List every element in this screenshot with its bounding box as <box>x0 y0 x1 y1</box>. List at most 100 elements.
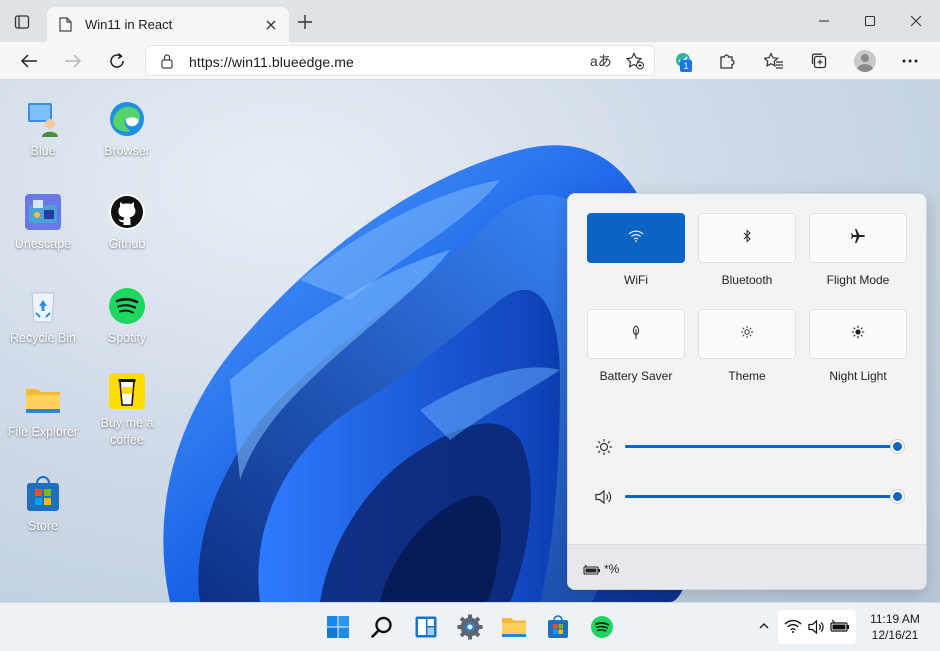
taskbar: 11:19 AM 12/16/21 <box>0 602 940 651</box>
volume-slider[interactable] <box>594 487 906 507</box>
avatar <box>854 50 876 72</box>
battery-saver-toggle[interactable] <box>587 309 685 359</box>
battery-icon[interactable] <box>583 562 601 580</box>
desktop-icon-store[interactable]: Store <box>1 475 85 535</box>
widgets-icon[interactable] <box>412 613 440 641</box>
brightness-fill <box>625 445 897 448</box>
desktop-icon-label: File Explorer <box>7 425 79 439</box>
quick-settings-panel: WiFi Bluetooth Flight Mode Battery Saver… <box>567 193 927 590</box>
brightness-icon <box>594 437 614 462</box>
battery-tray-icon[interactable] <box>830 619 850 638</box>
desktop-icon-label: Github <box>108 237 146 251</box>
theme-label: Theme <box>728 369 766 383</box>
volume-track[interactable] <box>625 490 904 503</box>
desktop-icon-label: Recycle Bin <box>10 331 76 345</box>
volume-thumb[interactable] <box>891 490 904 503</box>
recycle-bin-icon <box>24 287 62 325</box>
close-tab-icon[interactable] <box>265 18 277 36</box>
desktop-icon-blue[interactable]: Blue <box>1 100 85 160</box>
desktop-icon-label: Unescape <box>14 237 72 251</box>
battery-percent: *% <box>604 562 620 576</box>
back-arrow-icon[interactable] <box>17 49 41 73</box>
profile-avatar[interactable] <box>853 49 877 73</box>
desktop-icon-github[interactable]: Github <box>85 193 169 253</box>
refresh-icon[interactable] <box>105 49 129 73</box>
minimize-icon[interactable] <box>815 12 833 30</box>
clock-time: 11:19 AM <box>870 612 920 626</box>
bluetooth-icon <box>742 228 752 248</box>
edge-browser-icon <box>108 100 146 138</box>
flight-mode-label: Flight Mode <box>826 273 890 287</box>
github-icon <box>108 193 146 231</box>
unescape-game-icon <box>24 193 62 231</box>
clock-date: 12/16/21 <box>871 628 919 642</box>
computer-user-icon <box>24 100 62 138</box>
wifi-toggle[interactable] <box>587 213 685 263</box>
coffee-cup-icon <box>108 372 146 410</box>
brightness-slider[interactable] <box>594 437 906 457</box>
maximize-icon[interactable] <box>861 12 879 30</box>
desktop-icon-label: Buy me a coffee <box>100 416 154 447</box>
close-window-icon[interactable] <box>907 12 925 30</box>
store-taskbar-icon[interactable] <box>544 613 572 641</box>
collections-icon[interactable] <box>807 49 831 73</box>
spotify-icon <box>108 287 146 325</box>
read-aloud-icon[interactable]: aあ <box>590 51 612 71</box>
bluetooth-toggle[interactable] <box>698 213 796 263</box>
tab-strip: Win11 in React <box>0 0 940 42</box>
favorites-icon[interactable] <box>762 49 786 73</box>
desktop-icon-label: Spotify <box>107 331 147 345</box>
panel-footer: *% <box>568 544 926 589</box>
volume-tray-icon[interactable] <box>808 619 826 640</box>
desktop-icon-buy-me-a-coffee[interactable]: Buy me a coffee <box>85 372 169 449</box>
spotify-taskbar-icon[interactable] <box>588 613 616 641</box>
theme-toggle[interactable] <box>698 309 796 359</box>
desktop-icon-label: Store <box>28 519 58 533</box>
extensions-puzzle-icon[interactable] <box>715 49 739 73</box>
bluetooth-label: Bluetooth <box>721 273 773 287</box>
night-light-toggle[interactable] <box>809 309 907 359</box>
extension-icon[interactable]: 1 <box>671 49 695 73</box>
desktop-icon-file-explorer[interactable]: File Explorer <box>1 381 85 441</box>
forward-arrow-icon[interactable] <box>61 49 85 73</box>
address-bar[interactable]: https://win11.blueedge.me aあ <box>145 45 655 76</box>
new-tab-icon[interactable] <box>296 13 314 31</box>
add-favorite-icon[interactable] <box>625 52 645 75</box>
settings-gear-icon[interactable] <box>456 613 484 641</box>
airplane-icon <box>850 228 866 249</box>
start-windows-icon[interactable] <box>324 613 352 641</box>
folder-icon <box>24 381 62 419</box>
volume-icon <box>594 487 614 512</box>
wifi-tray-icon[interactable] <box>784 619 802 638</box>
desktop-icon-spotify[interactable]: Spotify <box>85 287 169 347</box>
chevron-up-icon[interactable] <box>758 619 770 637</box>
wifi-icon <box>628 229 644 247</box>
desktop-icon-unescape[interactable]: Unescape <box>1 193 85 253</box>
desktop-icon-browser[interactable]: Browser <box>85 100 169 160</box>
desktop-icon-label: Browser <box>104 144 150 158</box>
desktop-icon-recycle-bin[interactable]: Recycle Bin <box>1 287 85 347</box>
brightness-track[interactable] <box>625 440 904 453</box>
taskbar-clock[interactable]: 11:19 AM 12/16/21 <box>864 611 926 643</box>
browser-tab[interactable]: Win11 in React <box>47 7 289 42</box>
desktop-icon-label: Blue <box>30 144 56 158</box>
battery-saver-leaf-icon <box>630 324 642 345</box>
battery-saver-label: Battery Saver <box>599 369 673 383</box>
search-icon[interactable] <box>368 613 396 641</box>
tab-actions-icon[interactable] <box>11 11 33 33</box>
night-light-sun-icon <box>851 325 865 344</box>
flight-mode-toggle[interactable] <box>809 213 907 263</box>
lock-icon[interactable] <box>160 53 174 74</box>
url-text: https://win11.blueedge.me <box>189 54 354 70</box>
store-icon <box>24 475 62 513</box>
brightness-thumb[interactable] <box>891 440 904 453</box>
night-light-label: Night Light <box>829 369 887 383</box>
volume-fill <box>625 495 897 498</box>
tab-title: Win11 in React <box>85 17 173 32</box>
system-tray[interactable] <box>778 610 856 644</box>
page-icon <box>59 17 72 37</box>
theme-sun-icon <box>740 325 754 344</box>
more-options-icon[interactable] <box>898 49 922 73</box>
extension-badge: 1 <box>680 60 692 72</box>
file-explorer-taskbar-icon[interactable] <box>500 613 528 641</box>
